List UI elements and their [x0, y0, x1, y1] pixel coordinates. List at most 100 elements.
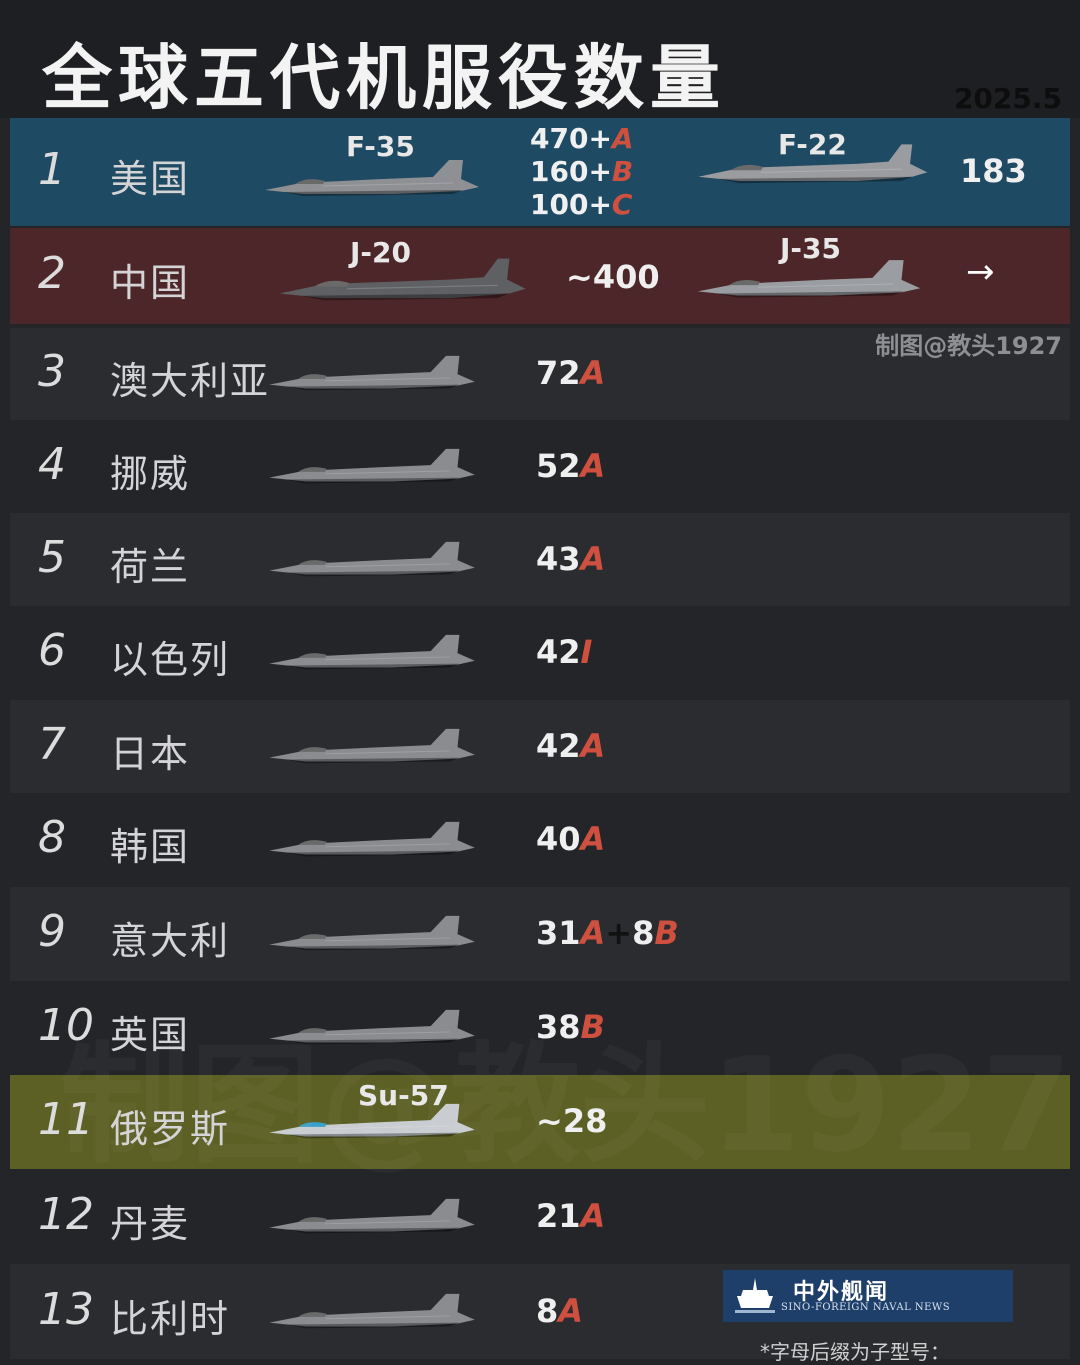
count-text: 8A: [536, 1292, 583, 1330]
f35-icon: [265, 160, 479, 196]
rank-number: 6: [38, 625, 66, 676]
count-text: 72A: [536, 354, 605, 392]
table-row: 12 丹麦 21A: [10, 1170, 1070, 1264]
variant-suffix: A: [580, 1197, 606, 1235]
rank-number: 12: [38, 1189, 94, 1240]
model-label: F-22: [778, 128, 847, 161]
count-value: 43A: [536, 540, 605, 578]
model-label: Su-57: [358, 1079, 449, 1112]
rank-number: 7: [38, 718, 66, 770]
count-stack: 470+A 160+B 100+C: [530, 122, 634, 221]
variant-suffix: A: [580, 820, 606, 858]
count-value: 52A: [536, 447, 605, 485]
count-value: 100+C: [530, 188, 632, 221]
f35-icon: [269, 915, 475, 951]
rank-number: 1: [38, 144, 66, 195]
country-name: 中国: [110, 261, 191, 305]
model-label: J-20: [350, 236, 412, 269]
count-number: 38: [536, 1008, 581, 1046]
count-value: 183: [960, 152, 1027, 190]
variant-suffix: A: [580, 354, 606, 392]
publisher-logo: 中外舰闻 SINO-FOREIGN NAVAL NEWS: [723, 1270, 1013, 1322]
f35-icon: [269, 1293, 475, 1328]
count-text: 183: [960, 152, 1027, 190]
f35-icon: [269, 355, 475, 391]
variant-suffix: B: [580, 1008, 605, 1046]
count-number: 42: [536, 633, 581, 671]
count-value: 470+A: [530, 122, 634, 155]
count-text: 42A: [536, 727, 605, 765]
country-name: 日本: [110, 731, 191, 776]
rank-number: 4: [38, 438, 66, 490]
footnote: *字母后缀为子型号：: [760, 1340, 950, 1364]
count-value: 72A: [536, 354, 605, 392]
count-number: 72: [536, 354, 581, 392]
table-row: 4 挪威 52A: [10, 420, 1070, 513]
count-number: 8: [632, 914, 655, 952]
count-text: 40A: [536, 820, 605, 858]
table-row: 6 以色列 42I: [10, 606, 1070, 700]
variant-suffix: A: [580, 914, 606, 952]
rank-number: 8: [38, 812, 66, 863]
table-row: 2 中国 J-20 ~400 J-35 →: [10, 228, 1070, 324]
model-label: F-35: [346, 130, 415, 163]
arrow-icon: →: [966, 252, 995, 292]
page-title: 全球五代机服役数量: [42, 36, 726, 119]
count-value: 21A: [536, 1197, 605, 1235]
f35-icon: [269, 448, 475, 483]
table-row: 9 意大利 31A+8B: [10, 887, 1070, 981]
table-row: 8 韩国 40A: [10, 793, 1070, 887]
count-value: ~400: [566, 258, 660, 296]
count-value: 160+B: [530, 155, 633, 188]
logo-english-text: SINO-FOREIGN NAVAL NEWS: [781, 1302, 951, 1313]
count-value: 42I: [536, 633, 592, 671]
count-number: 160+: [530, 155, 612, 188]
count-line: 470+A: [530, 122, 634, 155]
count-text: 42I: [536, 633, 592, 671]
count-number: 100+: [530, 188, 612, 221]
count-number: 42: [536, 726, 581, 765]
count-number: ~28: [536, 1102, 608, 1140]
count-text: 38B: [536, 1008, 605, 1046]
country-name: 比利时: [110, 1296, 231, 1341]
variant-suffix: B: [654, 914, 679, 952]
rank-number: 11: [38, 1094, 94, 1145]
count-value: 42A: [536, 727, 605, 765]
f35-icon: [269, 541, 475, 576]
country-name: 俄罗斯: [110, 1107, 231, 1151]
table-row: 5 荷兰 43A: [10, 513, 1070, 606]
table-row: 11 俄罗斯 Su-57 ~28: [10, 1075, 1070, 1169]
rank-number: 9: [38, 906, 66, 957]
table-row: 10 英国 38B: [10, 981, 1070, 1075]
count-number: 183: [960, 152, 1027, 190]
infographic: 全球五代机服役数量 2025.5 1 美国 F-35 470+A 160+B 100+C F…: [0, 0, 1080, 1364]
rank-number: 5: [38, 531, 66, 583]
credit-label: 制图@教头1927: [875, 332, 1062, 360]
f35-icon: [269, 634, 475, 670]
variant-suffix: A: [580, 726, 606, 765]
count-text: 21A: [536, 1197, 605, 1235]
variant-suffix: A: [611, 122, 634, 155]
country-name: 以色列: [110, 638, 231, 682]
rank-number: 10: [38, 1000, 94, 1051]
count-number: 470+: [530, 122, 612, 155]
count-value: 38B: [536, 1008, 605, 1046]
count-number: 31: [536, 914, 581, 952]
count-number: 43: [536, 539, 581, 578]
f35-icon: [269, 1198, 475, 1234]
rank-number: 13: [38, 1283, 94, 1335]
count-text: ~28: [536, 1102, 607, 1140]
variant-suffix: I: [580, 633, 593, 671]
count-number: 52: [536, 446, 581, 485]
variant-suffix: A: [580, 446, 606, 485]
country-name: 荷兰: [110, 544, 191, 589]
count-number: 8: [536, 1291, 559, 1330]
model-label: J-35: [780, 232, 842, 265]
count-value: ~28: [536, 1102, 607, 1140]
count-number: 40: [536, 820, 581, 858]
variant-suffix: A: [558, 1291, 584, 1330]
ship-icon: [735, 1278, 775, 1313]
date-label: 2025.5: [953, 82, 1062, 115]
f35-icon: [269, 1009, 475, 1045]
variant-suffix: C: [611, 188, 633, 221]
